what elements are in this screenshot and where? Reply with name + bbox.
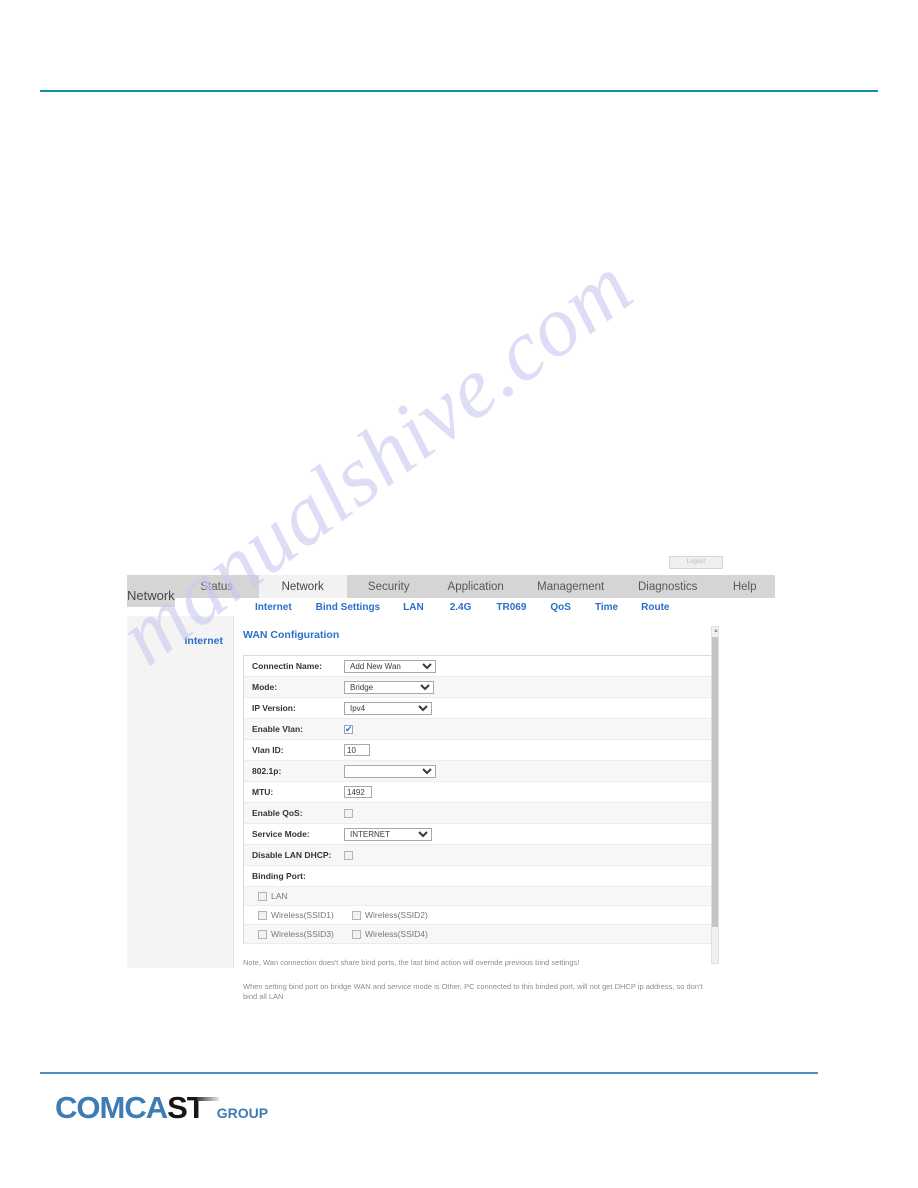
subtab-lan[interactable]: LAN — [403, 602, 424, 613]
bind-option-ssid3[interactable]: Wireless(SSID3) — [258, 929, 352, 939]
main-navbar: Network Status Network Security Applicat… — [127, 575, 775, 607]
bind-lan-checkbox[interactable] — [258, 891, 267, 901]
content-panel: WAN Configuration Connectin Name: Add Ne… — [234, 616, 723, 1001]
bind-row-ssid12: Wireless(SSID1) Wireless(SSID2) — [244, 906, 716, 925]
tab-application[interactable]: Application — [430, 575, 521, 598]
bind-row-lan: LAN — [244, 887, 716, 906]
subtab-qos[interactable]: QoS — [550, 602, 571, 613]
connection-name-select[interactable]: Add New Wan — [344, 659, 436, 673]
page-bottom-divider — [40, 1072, 818, 1074]
scrollbar-thumb[interactable] — [712, 637, 718, 927]
row-disable-lan-dhcp: Disable LAN DHCP: — [244, 845, 716, 866]
vlan-id-input[interactable] — [344, 744, 370, 756]
note-bridge-dhcp: When setting bind port on bridge WAN and… — [243, 982, 703, 1002]
wan-configuration-form: Connectin Name: Add New Wan Mode: Bridge — [243, 655, 717, 944]
subtab-tr069[interactable]: TR069 — [496, 602, 526, 613]
label-mtu: MTU: — [252, 787, 274, 797]
bind-ssid3-label: Wireless(SSID3) — [271, 929, 334, 939]
row-service-mode: Service Mode: INTERNET — [244, 824, 716, 845]
tab-diagnostics[interactable]: Diagnostics — [620, 575, 715, 598]
subtab-bind-settings[interactable]: Bind Settings — [316, 602, 380, 613]
bind-row-ssid34: Wireless(SSID3) Wireless(SSID4) — [244, 925, 716, 944]
mode-select[interactable]: Bridge — [344, 680, 434, 694]
label-dot1p: 802.1p: — [252, 766, 282, 776]
bind-lan-label: LAN — [271, 891, 288, 901]
enable-qos-checkbox[interactable] — [344, 808, 353, 818]
row-connection-name: Connectin Name: Add New Wan — [244, 656, 716, 677]
row-mtu: MTU: — [244, 782, 716, 803]
subtab-internet[interactable]: Internet — [255, 602, 292, 613]
bind-ssid2-label: Wireless(SSID2) — [365, 910, 428, 920]
row-enable-qos: Enable QoS: — [244, 803, 716, 824]
row-enable-vlan: Enable Vlan: — [244, 719, 716, 740]
label-connection-name: Connectin Name: — [252, 661, 322, 671]
bind-ssid2-checkbox[interactable] — [352, 910, 361, 920]
vertical-scrollbar[interactable]: ▲ — [711, 626, 719, 964]
sidebar-item-internet[interactable]: Internet — [127, 635, 233, 647]
bind-ssid4-checkbox[interactable] — [352, 929, 361, 939]
page-title: WAN Configuration — [243, 629, 340, 641]
label-ip-version: IP Version: — [252, 703, 296, 713]
scroll-up-arrow-icon[interactable]: ▲ — [713, 628, 719, 634]
dot1p-select[interactable] — [344, 764, 436, 778]
bind-option-ssid2[interactable]: Wireless(SSID2) — [352, 910, 428, 920]
bind-option-ssid4[interactable]: Wireless(SSID4) — [352, 929, 428, 939]
label-vlan-id: Vlan ID: — [252, 745, 284, 755]
bind-ssid4-label: Wireless(SSID4) — [365, 929, 428, 939]
label-enable-qos: Enable QoS: — [252, 808, 303, 818]
bind-ssid1-checkbox[interactable] — [258, 910, 267, 920]
comcast-group-logo: COMCA ST GROUP — [55, 1090, 269, 1125]
tab-status[interactable]: Status — [174, 575, 259, 598]
label-mode: Mode: — [252, 682, 278, 692]
row-mode: Mode: Bridge — [244, 677, 716, 698]
tab-network[interactable]: Network — [258, 575, 347, 598]
note-bind-ports: Note, Wan connection does't share bind p… — [243, 958, 580, 967]
page-top-divider — [40, 90, 878, 92]
bind-option-lan[interactable]: LAN — [258, 891, 352, 901]
subtab-time[interactable]: Time — [595, 602, 618, 613]
service-mode-select[interactable]: INTERNET — [344, 827, 432, 841]
disable-lan-dhcp-checkbox[interactable] — [344, 850, 353, 860]
row-binding-port: Binding Port: — [244, 866, 716, 887]
ip-version-select[interactable]: Ipv4 — [344, 701, 432, 715]
bind-ssid1-label: Wireless(SSID1) — [271, 910, 334, 920]
brand-label: Network — [127, 584, 175, 607]
logo-text-comca: COMCA — [55, 1090, 168, 1125]
sidebar: Internet — [127, 616, 234, 968]
tab-management[interactable]: Management — [520, 575, 621, 598]
bind-ssid3-checkbox[interactable] — [258, 929, 267, 939]
mtu-input[interactable] — [344, 786, 372, 798]
label-binding-port: Binding Port: — [252, 871, 306, 881]
logout-button[interactable]: Logout — [669, 556, 723, 569]
label-disable-lan-dhcp: Disable LAN DHCP: — [252, 850, 332, 860]
logo-text-group: GROUP — [216, 1105, 269, 1121]
tab-help[interactable]: Help — [714, 575, 775, 598]
subtab-24g[interactable]: 2.4G — [450, 602, 472, 613]
label-enable-vlan: Enable Vlan: — [252, 724, 304, 734]
label-service-mode: Service Mode: — [252, 829, 310, 839]
router-admin-screenshot: Logout Network Status Network Security A… — [127, 556, 775, 1001]
main-tab-list: Status Network Security Application Mana… — [174, 575, 775, 598]
enable-vlan-checkbox[interactable] — [344, 724, 353, 735]
subtab-route[interactable]: Route — [641, 602, 669, 613]
admin-body: Internet WAN Configuration Connectin Nam… — [127, 616, 723, 1001]
row-ip-version: IP Version: Ipv4 — [244, 698, 716, 719]
logo-text-st: ST — [167, 1090, 219, 1125]
row-vlan-id: Vlan ID: — [244, 740, 716, 761]
tab-security[interactable]: Security — [346, 575, 431, 598]
sub-navbar: Internet Bind Settings LAN 2.4G TR069 Qo… — [234, 598, 710, 616]
row-dot1p: 802.1p: — [244, 761, 716, 782]
bind-option-ssid1[interactable]: Wireless(SSID1) — [258, 910, 352, 920]
